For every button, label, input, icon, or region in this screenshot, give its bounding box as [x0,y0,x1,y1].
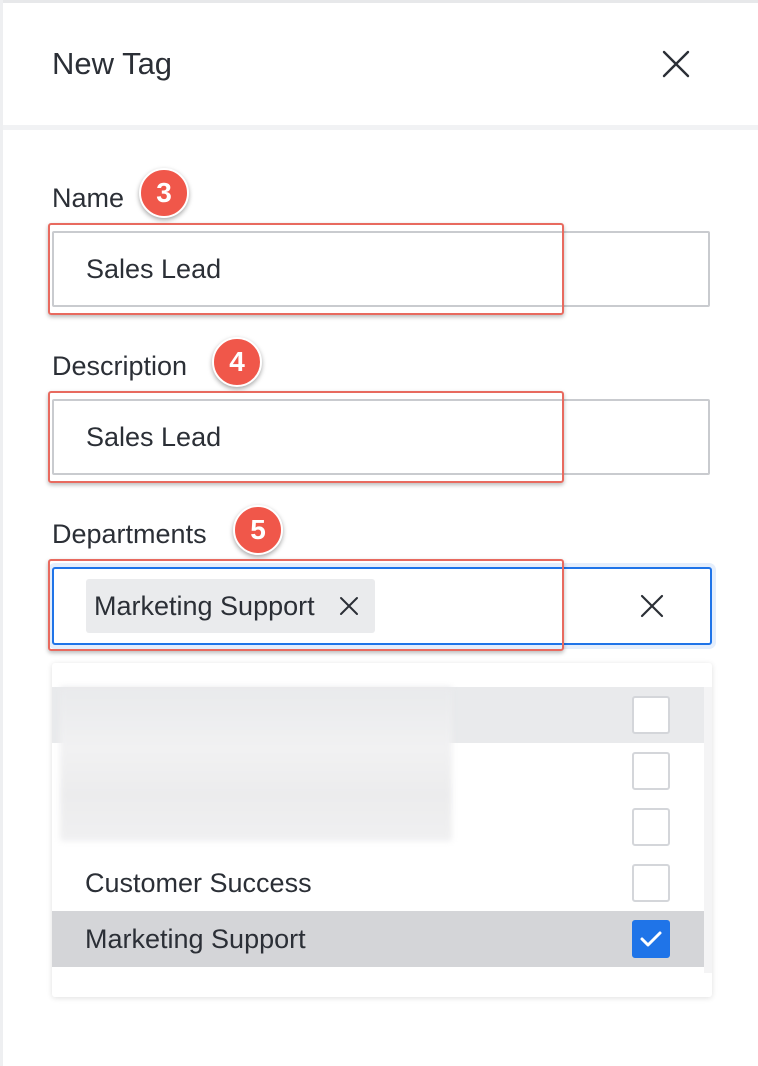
departments-select[interactable]: Marketing Support [52,567,712,645]
close-button[interactable] [658,46,694,82]
dropdown-option-customer-success[interactable]: Customer Success [52,855,704,911]
option-checkbox[interactable] [632,696,670,734]
option-checkbox[interactable] [632,808,670,846]
department-chip-label: Marketing Support [94,590,315,621]
option-checkbox-checked[interactable] [632,920,670,958]
description-label: Description [52,351,188,381]
check-icon [640,931,662,947]
departments-label: Departments [52,519,207,549]
dialog-title: New Tag [52,46,173,81]
left-border [0,0,3,1066]
option-checkbox[interactable] [632,752,670,790]
clear-selection-icon[interactable] [638,592,666,620]
option-checkbox[interactable] [632,864,670,902]
dropdown-scrollbar[interactable] [704,687,712,973]
dropdown-option-marketing-support[interactable]: Marketing Support [52,911,704,967]
step-badge-5: 5 [233,505,283,555]
department-chip: Marketing Support [86,579,375,633]
name-input[interactable] [52,231,710,307]
description-input[interactable] [52,399,710,475]
step-badge-4: 4 [212,337,262,387]
departments-dropdown: Customer Success Marketing Support [52,663,712,997]
step-badge-3: 3 [139,168,189,218]
remove-chip-icon[interactable] [337,594,361,618]
name-label: Name [52,183,125,213]
header-divider [3,125,758,130]
close-icon [662,50,690,78]
redacted-region [60,687,452,841]
